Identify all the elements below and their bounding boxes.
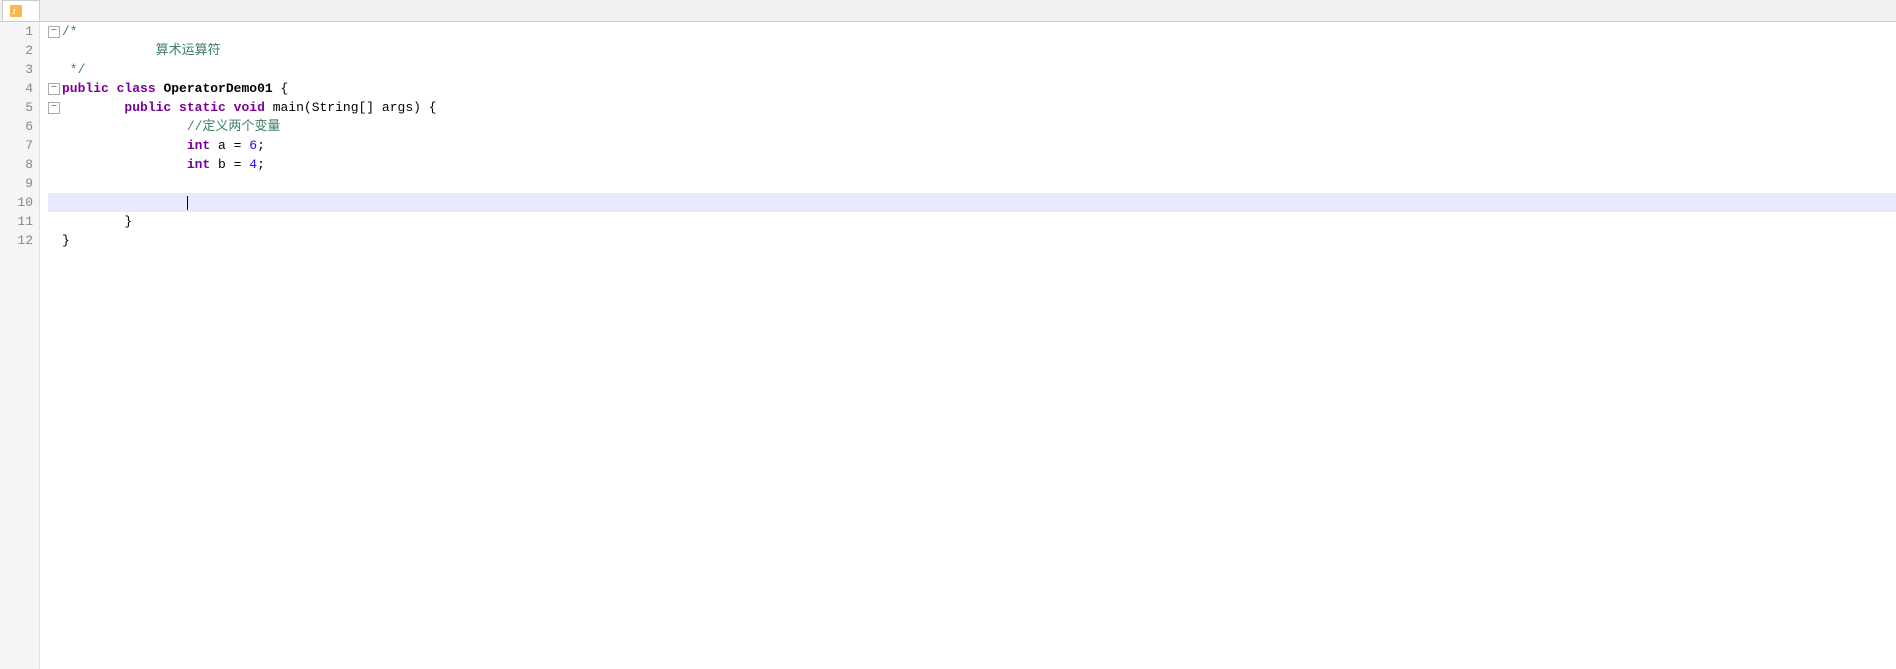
code-token: OperatorDemo01 xyxy=(163,79,272,98)
code-token xyxy=(62,117,187,136)
code-token: */ xyxy=(62,60,85,79)
line-number: 11 xyxy=(0,212,33,231)
line-number: 8 xyxy=(0,155,33,174)
code-line: } xyxy=(48,212,1896,231)
fold-icon[interactable]: − xyxy=(48,102,60,114)
line-number: 4 xyxy=(0,79,33,98)
code-token: ; xyxy=(257,155,265,174)
java-file-icon: J xyxy=(9,4,23,18)
code-token: static xyxy=(179,98,226,117)
line-number: 2 xyxy=(0,41,33,60)
tab-operatordemo01[interactable]: J xyxy=(2,0,40,21)
code-line: int a = 6; xyxy=(48,136,1896,155)
code-content[interactable]: −/* 算术运算符 */−public class OperatorDemo01… xyxy=(40,22,1896,669)
code-token: //定义两个变量 xyxy=(187,117,281,136)
fold-icon[interactable]: − xyxy=(48,26,60,38)
line-number: 7 xyxy=(0,136,33,155)
line-number: 1 xyxy=(0,22,33,41)
code-line: //定义两个变量 xyxy=(48,117,1896,136)
code-token: class xyxy=(117,79,156,98)
line-number: 10 xyxy=(0,193,33,212)
line-number: 3 xyxy=(0,60,33,79)
fold-icon[interactable]: − xyxy=(48,83,60,95)
code-token xyxy=(171,98,179,117)
line-number: 5 xyxy=(0,98,33,117)
code-token xyxy=(109,79,117,98)
code-line: 算术运算符 xyxy=(48,41,1896,60)
code-token xyxy=(62,193,187,212)
code-token xyxy=(62,136,187,155)
svg-text:J: J xyxy=(12,8,16,16)
code-line: } xyxy=(48,231,1896,250)
code-token: 算术运算符 xyxy=(62,41,221,60)
code-token: void xyxy=(234,98,265,117)
line-number: 6 xyxy=(0,117,33,136)
line-number: 9 xyxy=(0,174,33,193)
code-token: 6 xyxy=(249,136,257,155)
code-token: b = xyxy=(210,155,249,174)
editor-area: 123456789101112 −/* 算术运算符 */−public clas… xyxy=(0,22,1896,669)
code-token: { xyxy=(273,79,289,98)
code-token xyxy=(62,98,124,117)
code-token xyxy=(226,98,234,117)
code-token: } xyxy=(62,231,70,250)
code-line: −public class OperatorDemo01 { xyxy=(48,79,1896,98)
code-line: − public static void main(String[] args)… xyxy=(48,98,1896,117)
line-number: 12 xyxy=(0,231,33,250)
code-token: int xyxy=(187,136,210,155)
code-line: int b = 4; xyxy=(48,155,1896,174)
code-token: ; xyxy=(257,136,265,155)
code-line xyxy=(48,174,1896,193)
code-line xyxy=(48,193,1896,212)
code-token: public xyxy=(124,98,171,117)
code-token: public xyxy=(62,79,109,98)
code-token: main(String[] args) { xyxy=(265,98,437,117)
code-token: int xyxy=(187,155,210,174)
code-token: /* xyxy=(62,22,78,41)
code-token: 4 xyxy=(249,155,257,174)
code-line: −/* xyxy=(48,22,1896,41)
code-token: } xyxy=(62,212,132,231)
line-numbers: 123456789101112 xyxy=(0,22,40,669)
text-cursor xyxy=(187,196,188,210)
code-token xyxy=(62,155,187,174)
code-token: a = xyxy=(210,136,249,155)
code-line: */ xyxy=(48,60,1896,79)
tab-bar: J xyxy=(0,0,1896,22)
code-token xyxy=(156,79,164,98)
